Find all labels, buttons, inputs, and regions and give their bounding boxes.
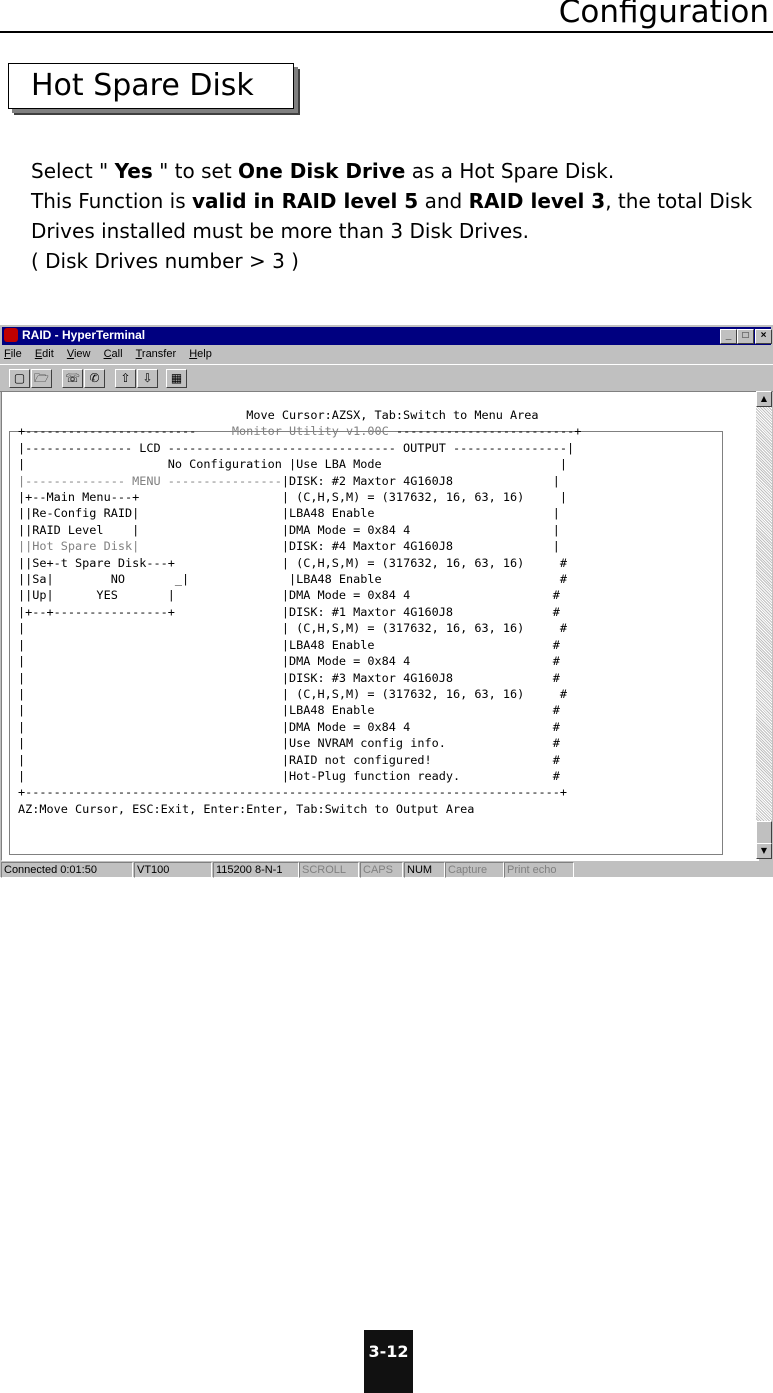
row-11: | | (C,H,S,M) = (317632, 16, 63, 16) # xyxy=(18,621,568,636)
row-16: | |LBA48 Enable # xyxy=(18,703,560,718)
set-spare-disk-dialog[interactable]: ||Se+-t Spare Disk---+ | (C,H,S,M) = (31… xyxy=(18,556,567,570)
top-border: +------------------------ Monitor Utilit… xyxy=(18,424,582,439)
lcd-output-header: |--------------- LCD -------------------… xyxy=(18,440,575,455)
row-18: | |Use NVRAM config info. # xyxy=(18,736,560,751)
menu-view[interactable]: View xyxy=(67,345,91,363)
section-title: Hot Spare Disk xyxy=(31,68,254,103)
row-1: | No Configuration |Use LBA Mode | xyxy=(18,457,568,472)
new-icon[interactable]: ▢ xyxy=(9,369,30,388)
terminal-text: Move Cursor:AZSX, Tab:Switch to Menu Are… xyxy=(18,407,581,817)
status-settings: 115200 8-N-1 xyxy=(213,862,299,878)
menu-bar: File Edit View Call Transfer Help xyxy=(4,345,222,363)
scroll-down-icon[interactable]: ▼ xyxy=(756,843,772,859)
menu-item-raid-level[interactable]: ||RAID Level | |DMA Mode = 0x84 4 | xyxy=(18,523,560,537)
close-button[interactable]: × xyxy=(755,329,772,344)
utility-title: Monitor Utility v1.00C xyxy=(231,424,389,439)
menu-transfer[interactable]: Transfer xyxy=(136,345,177,363)
description: Select " Yes " to set One Disk Drive as … xyxy=(31,156,771,276)
status-print-echo: Print echo xyxy=(504,862,574,878)
properties-icon[interactable]: ▦ xyxy=(166,369,187,388)
window-title: RAID - HyperTerminal xyxy=(22,328,146,342)
scroll-up-icon[interactable]: ▲ xyxy=(756,391,772,407)
footer-hint: AZ:Move Cursor, ESC:Exit, Enter:Enter, T… xyxy=(18,801,475,816)
menu-edit[interactable]: Edit xyxy=(35,345,54,363)
page-title: Configuration xyxy=(558,0,769,30)
description-line-1: Select " Yes " to set One Disk Drive as … xyxy=(31,159,615,183)
row-15: | | (C,H,S,M) = (317632, 16, 63, 16) # xyxy=(18,686,568,701)
row-17: | |DMA Mode = 0x84 4 # xyxy=(18,719,560,734)
phone-icon[interactable]: ☏ xyxy=(62,369,83,388)
app-icon xyxy=(4,328,18,342)
send-icon[interactable]: ⇧ xyxy=(115,369,136,388)
menu-file[interactable]: File xyxy=(4,345,22,363)
status-scroll: SCROLL xyxy=(299,862,359,878)
menu-help[interactable]: Help xyxy=(189,345,212,363)
row-10: |+--+----------------+ |DISK: #1 Maxtor … xyxy=(18,604,560,619)
receive-icon[interactable]: ⇩ xyxy=(137,369,158,388)
row-19: | |RAID not configured! # xyxy=(18,752,560,767)
minimize-button[interactable]: _ xyxy=(720,329,737,344)
menu-call[interactable]: Call xyxy=(104,345,123,363)
row-13: | |DMA Mode = 0x84 4 # xyxy=(18,654,560,669)
row-3[interactable]: |+--Main Menu---+ | (C,H,S,M) = (317632,… xyxy=(18,490,567,504)
status-connected: Connected 0:01:50 xyxy=(1,862,133,878)
status-caps: CAPS xyxy=(360,862,403,878)
menu-item-reconfig-raid[interactable]: ||Re-Config RAID| |LBA48 Enable | xyxy=(18,506,560,520)
title-bar[interactable]: RAID - HyperTerminal _ □ × xyxy=(2,327,772,345)
description-line-3: Drives installed must be more than 3 Dis… xyxy=(31,219,529,243)
page-number: 3-12 xyxy=(364,1330,413,1393)
bottom-border: +---------------------------------------… xyxy=(18,785,568,800)
maximize-button[interactable]: □ xyxy=(737,329,754,344)
row-14: | |DISK: #3 Maxtor 4G160J8 # xyxy=(18,670,560,685)
row-12: | |LBA48 Enable # xyxy=(18,637,560,652)
disconnect-icon[interactable]: ✆ xyxy=(84,369,105,388)
section-title-box: Hot Spare Disk xyxy=(8,63,294,109)
status-capture: Capture xyxy=(445,862,504,878)
status-bar: Connected 0:01:50 VT100 115200 8-N-1 SCR… xyxy=(0,861,773,878)
hyperterminal-window: RAID - HyperTerminal _ □ × File Edit Vie… xyxy=(0,325,773,878)
status-emulation: VT100 xyxy=(134,862,212,878)
option-no[interactable]: ||Sa| NO _| |LBA48 Enable # xyxy=(18,572,567,586)
header-rule xyxy=(0,31,773,33)
toolbar: ▢ 🗁 ☏ ✆ ⇧ ⇩ ▦ xyxy=(0,364,773,392)
scroll-thumb[interactable] xyxy=(756,821,772,845)
description-line-4: ( Disk Drives number > 3 ) xyxy=(31,249,299,273)
move-cursor-hint: Move Cursor:AZSX, Tab:Switch to Menu Are… xyxy=(246,408,539,422)
row-2: |-------------- MENU ----------------|DI… xyxy=(18,473,560,488)
menu-item-hot-spare-disk[interactable]: ||Hot Spare Disk| |DISK: #4 Maxtor 4G160… xyxy=(18,539,560,553)
description-line-2: This Function is valid in RAID level 5 a… xyxy=(31,189,753,213)
status-num: NUM xyxy=(404,862,445,878)
row-20: | |Hot-Plug function ready. # xyxy=(18,768,560,783)
option-yes[interactable]: ||Up| YES | |DMA Mode = 0x84 4 # xyxy=(18,588,560,602)
open-icon[interactable]: 🗁 xyxy=(31,369,52,388)
vertical-scrollbar[interactable]: ▲ ▼ xyxy=(756,391,772,859)
